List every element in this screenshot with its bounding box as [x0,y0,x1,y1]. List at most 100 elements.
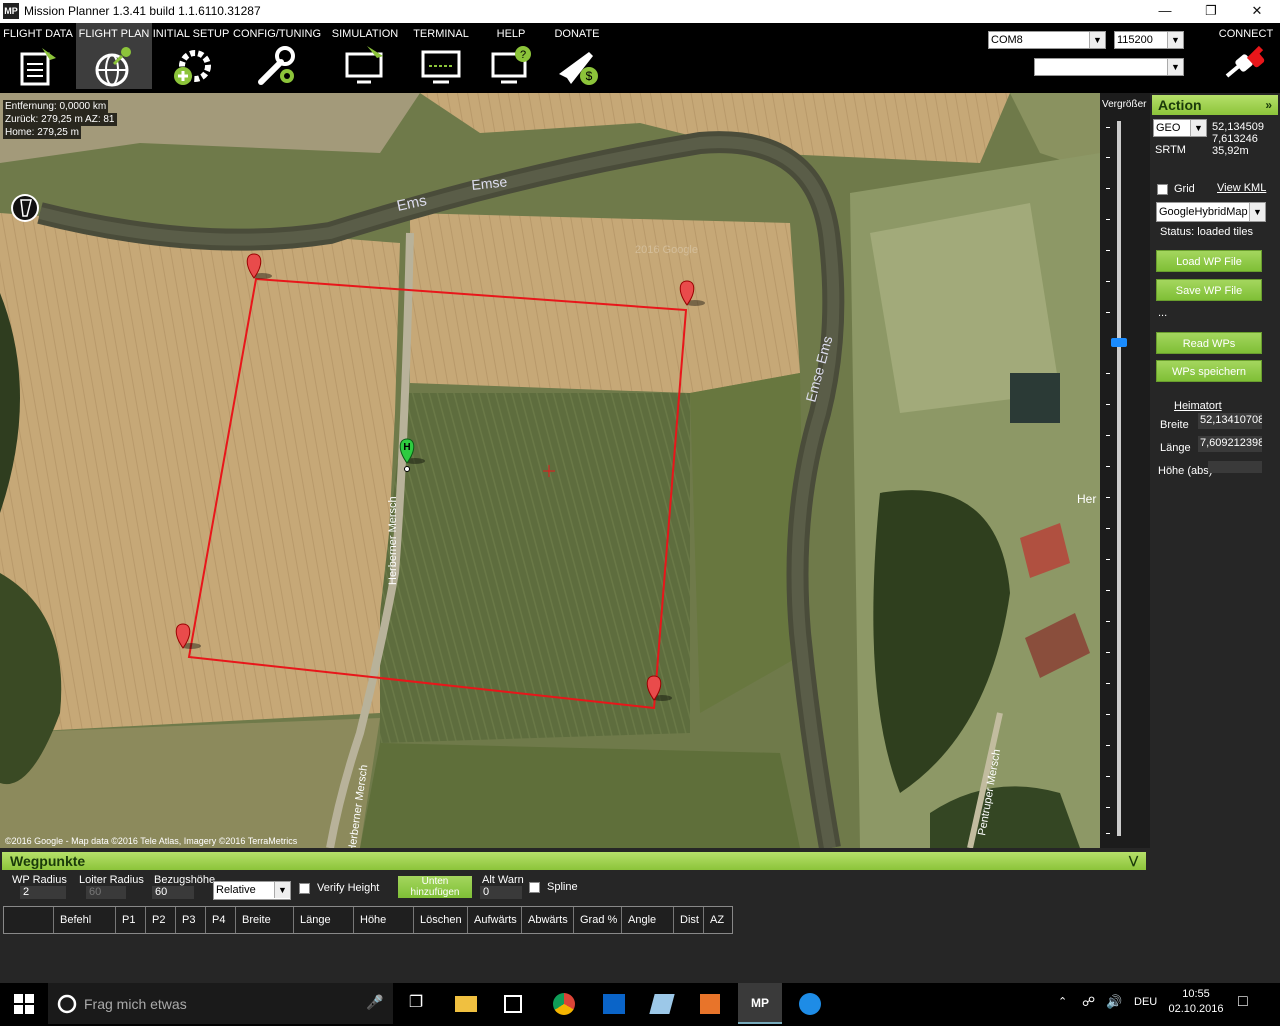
satellite-map[interactable]: Ems Emse Emse Ems Herberner Mersch Herbe… [0,93,1100,848]
collapse-icon[interactable]: » [1265,95,1272,115]
table-header-down[interactable]: Abwärts [522,907,574,933]
baud-select[interactable]: 115200 ▼ [1114,31,1184,49]
grid-checkbox[interactable] [1157,184,1168,195]
store-icon[interactable] [497,988,529,1020]
tray-chevron-icon[interactable]: ⌃ [1058,995,1067,1008]
home-lng-input[interactable]: 7,609212398 [1198,436,1262,452]
table-header-lng[interactable]: Länge [294,907,354,933]
terminal-monitor-icon [421,50,461,84]
zoom-slider-thumb[interactable] [1111,338,1127,347]
table-header-lat[interactable]: Breite [236,907,294,933]
zoom-slider-track[interactable] [1117,121,1121,836]
cortana-circle-icon [57,994,77,1014]
network-icon[interactable]: ☍ [1082,994,1095,1010]
table-header-p3[interactable]: P3 [176,907,206,933]
menu-label: SIMULATION [331,28,399,40]
waypoints-table[interactable]: Befehl P1 P2 P3 P4 Breite Länge Höhe Lös… [3,906,733,934]
globe-icon [95,47,131,87]
menu-terminal[interactable]: TERMINAL [406,23,476,89]
home-lat-label: Breite [1160,419,1189,431]
table-header-delete[interactable]: Löschen [414,907,468,933]
menu-simulation[interactable]: SIMULATION [328,23,402,89]
table-header-p4[interactable]: P4 [206,907,236,933]
menu-label: HELP [496,28,526,40]
windows-taskbar: Frag mich etwas 🎤 ❐ MP ⌃ ☍ 🔊 DEU 10:55 0… [0,983,1280,1024]
loiter-radius-label: Loiter Radius [79,874,144,886]
cursor-coordinates: 52,134509 7,613246 35,92m [1212,121,1264,157]
alt-warn-input[interactable]: 0 [480,886,522,899]
menu-flight-plan[interactable]: FLIGHT PLAN [76,23,152,89]
zoom-panel: Vergrößer [1100,93,1150,848]
setup-gear-icon [174,50,211,85]
outlook-icon[interactable] [598,988,630,1020]
verify-height-checkbox[interactable] [299,883,310,894]
minimize-button[interactable]: — [1142,0,1188,23]
waypoints-header[interactable]: Wegpunkte ⋁ [2,852,1146,870]
table-header-dist[interactable]: Dist [674,907,704,933]
extra-select[interactable]: ▼ [1034,58,1184,76]
chevron-down-icon: ▼ [1167,59,1183,75]
menu-donate[interactable]: DONATE $ [546,23,608,89]
table-header-p1[interactable]: P1 [116,907,146,933]
windows-start-icon[interactable] [8,988,40,1020]
more-ellipsis[interactable]: ... [1158,307,1167,319]
add-below-button[interactable]: Unten hinzufügen [398,876,472,898]
app-logo-icon: MP [3,3,19,19]
svg-text:$: $ [586,69,593,83]
home-alt-input[interactable] [1208,461,1262,473]
menu-flight-data[interactable]: FLIGHT DATA [0,23,76,89]
table-header-az[interactable]: AZ [704,907,732,933]
view-kml-link[interactable]: View KML [1217,182,1266,194]
table-header-command[interactable]: Befehl [54,907,116,933]
table-header-up[interactable]: Aufwärts [468,907,522,933]
notifications-icon[interactable]: □ [1238,993,1248,1011]
load-wp-file-button[interactable]: Load WP File [1156,250,1262,272]
table-header-alt[interactable]: Höhe [354,907,414,933]
action-panel: Action » GEO ▼ 52,134509 7,613246 35,92m… [1150,93,1280,983]
map-view[interactable]: Ems Emse Emse Ems Herberner Mersch Herbe… [0,93,1100,848]
connect-button[interactable]: CONNECT [1212,23,1280,89]
spline-checkbox[interactable] [529,882,540,893]
microphone-icon[interactable]: 🎤 [366,994,383,1011]
search-placeholder: Frag mich etwas [84,996,187,1012]
app-icon[interactable] [646,988,678,1020]
write-wps-button[interactable]: WPs speichern [1156,360,1262,382]
action-header[interactable]: Action » [1152,95,1278,115]
compass-icon[interactable] [11,194,39,222]
menu-config-tuning[interactable]: CONFIG/TUNING [232,23,322,89]
menu-help[interactable]: HELP ? [480,23,542,89]
volume-icon[interactable]: 🔊 [1106,994,1122,1010]
table-header-p2[interactable]: P2 [146,907,176,933]
teamviewer-icon[interactable] [794,988,826,1020]
alt-mode-select[interactable]: Relative ▼ [213,881,291,900]
map-info-overlay: Entfernung: 0,0000 km Zurück: 279,25 m A… [3,100,117,139]
save-wp-file-button[interactable]: Save WP File [1156,279,1262,301]
close-button[interactable]: ✕ [1234,0,1280,23]
chrome-icon[interactable] [548,988,580,1020]
table-header-grade[interactable]: Grad % [574,907,622,933]
wrench-icon [258,46,295,85]
home-lng-label: Länge [1160,442,1191,454]
pond [1010,373,1060,423]
maximize-button[interactable]: ❐ [1188,0,1234,23]
table-header-angle[interactable]: Angle [622,907,674,933]
clock[interactable]: 10:55 02.10.2016 [1168,988,1224,1015]
home-lat-input[interactable]: 52,13410708 [1198,413,1262,429]
language-indicator[interactable]: DEU [1134,996,1157,1008]
loiter-radius-input[interactable]: 60 [86,886,126,899]
search-box[interactable]: Frag mich etwas 🎤 [48,983,393,1024]
back-info: Zurück: 279,25 m AZ: 81 [3,113,117,126]
ref-alt-input[interactable]: 60 [152,886,194,899]
read-wps-button[interactable]: Read WPs [1156,332,1262,354]
map-type-select[interactable]: GoogleHybridMap ▼ [1156,202,1266,222]
wp-radius-input[interactable]: 2 [20,886,66,899]
task-view-icon[interactable]: ❐ [400,988,432,1020]
collapse-icon[interactable]: ⋁ [1129,852,1138,870]
media-player-icon[interactable] [694,988,726,1020]
menu-initial-setup[interactable]: INITIAL SETUP [152,23,230,89]
file-explorer-icon[interactable] [450,988,482,1020]
chevron-down-icon: ▼ [1249,203,1265,221]
mission-planner-taskbar-icon[interactable]: MP [738,983,782,1024]
coord-system-select[interactable]: GEO ▼ [1153,119,1207,137]
port-select[interactable]: COM8 ▼ [988,31,1106,49]
